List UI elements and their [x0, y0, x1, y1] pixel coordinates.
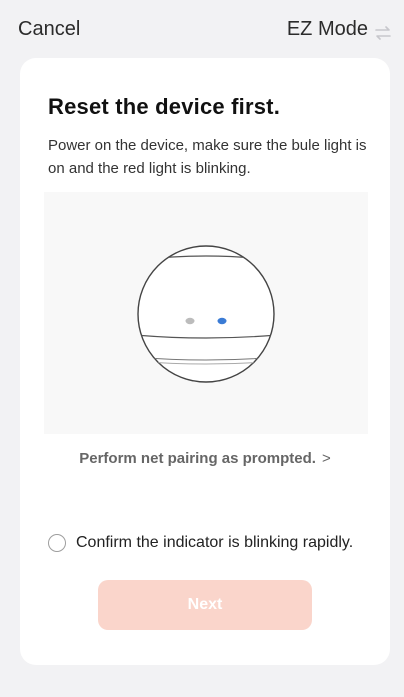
mode-label: EZ Mode: [286, 18, 368, 40]
reset-card: Reset the device first. Power on the dev…: [20, 58, 390, 665]
top-bar: Cancel EZ Mode: [0, 0, 404, 60]
blue-indicator-light: [217, 317, 227, 325]
confirm-indicator-option[interactable]: Confirm the indicator is blinking rapidl…: [48, 534, 353, 552]
instruction-text: Power on the device, make sure the bule …: [48, 137, 367, 177]
cancel-button[interactable]: Cancel: [18, 18, 80, 41]
device-illustration: [44, 192, 368, 434]
grey-indicator-light: [185, 317, 195, 325]
prompt-label: Perform net pairing as prompted.: [79, 450, 316, 467]
net-pairing-prompt-link[interactable]: Perform net pairing as prompted. >: [20, 450, 390, 467]
switch-arrows-icon: [374, 23, 392, 40]
chevron-right-icon: >: [321, 450, 331, 467]
confirm-label: Confirm the indicator is blinking rapidl…: [76, 534, 354, 551]
page-title: Reset the device first.: [48, 94, 281, 119]
next-button[interactable]: Next: [98, 580, 312, 630]
ez-mode-switch[interactable]: EZ Mode: [287, 18, 392, 41]
radio-button[interactable]: [48, 534, 66, 552]
